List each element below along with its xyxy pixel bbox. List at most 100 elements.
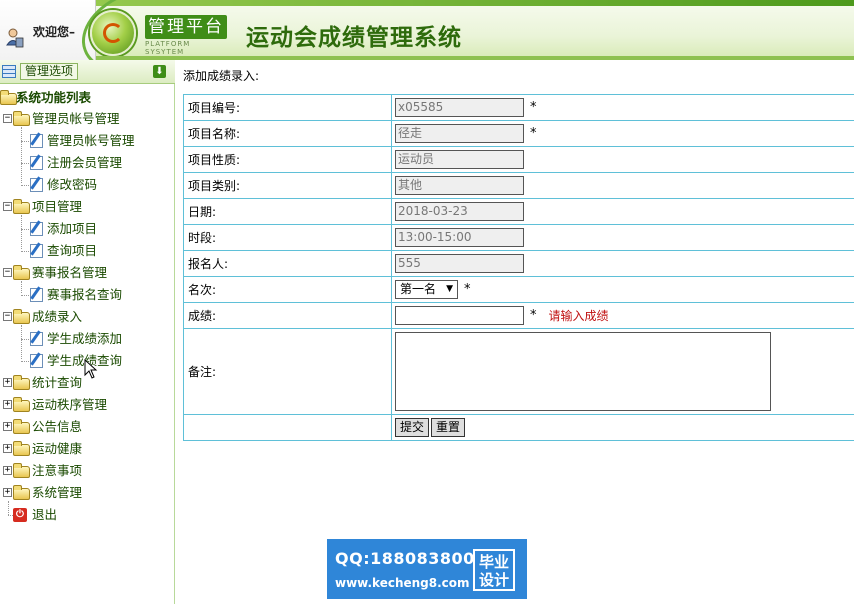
watermark-banner: QQ:188083800 www.kecheng8.com 毕业 设计 (327, 539, 527, 599)
rank-select[interactable]: 第一名 ▼ (395, 280, 458, 299)
project-category-input[interactable]: 其他 (395, 176, 524, 195)
folder-icon (13, 463, 30, 478)
sidebar-item-label: 学生成绩添加 (47, 331, 123, 346)
sidebar-group-label: 公告信息 (32, 419, 83, 434)
collapse-icon[interactable]: − (3, 114, 12, 123)
watermark-url: www.kecheng8.com (335, 576, 470, 590)
field-cell: 径走 * (391, 120, 854, 147)
edit-page-icon (30, 354, 43, 368)
field-label: 项目性质: (183, 146, 392, 173)
folder-open-icon (0, 90, 17, 105)
mouse-cursor-icon (84, 359, 98, 379)
field-label: 备注: (183, 328, 392, 415)
required-mark: * (530, 126, 537, 141)
required-mark: * (530, 100, 537, 115)
form-row-score: 成绩: * 请输入成绩 (183, 302, 854, 329)
sidebar: 管理选项 ⬇ 系统功能列表 − 管理员帐号管理 管理员帐号管理 注册会员管理 修… (0, 60, 175, 604)
dropdown-arrow-icon: ▼ (446, 284, 453, 294)
sidebar-item-member-manage[interactable]: 注册会员管理 (0, 153, 175, 173)
collapse-icon[interactable]: − (3, 312, 12, 321)
field-label: 名次: (183, 276, 392, 303)
sidebar-group-admin-account[interactable]: − 管理员帐号管理 (0, 109, 175, 129)
project-id-input[interactable]: x05585 (395, 98, 524, 117)
sidebar-group-label: 项目管理 (32, 199, 83, 214)
remark-textarea[interactable] (395, 332, 771, 411)
expand-icon[interactable]: + (3, 466, 12, 475)
field-cell: 2018-03-23 (391, 198, 854, 225)
submit-button[interactable]: 提交 (395, 418, 430, 437)
folder-icon (13, 397, 30, 412)
field-cell: * 请输入成绩 (391, 302, 854, 329)
registrant-input[interactable]: 555 (395, 254, 524, 273)
sidebar-group-project[interactable]: − 项目管理 (0, 197, 175, 217)
sidebar-group-label: 统计查询 (32, 375, 83, 390)
tree-line (21, 141, 29, 142)
form-row-registrant: 报名人: 555 (183, 250, 854, 277)
collapse-icon[interactable]: − (3, 202, 12, 211)
sidebar-group-label: 成绩录入 (32, 309, 83, 324)
welcome-text: 欢迎您– (33, 25, 76, 39)
sidebar-item-change-password[interactable]: 修改密码 (0, 175, 175, 195)
watermark-qq: QQ:188083800 (335, 549, 475, 568)
sidebar-group-label: 注意事项 (32, 463, 83, 478)
sidebar-item-query-project[interactable]: 查询项目 (0, 241, 175, 261)
edit-page-icon (30, 244, 43, 258)
collapse-arrow-icon[interactable]: ⬇ (153, 65, 166, 78)
manage-options-button[interactable]: 管理选项 (20, 63, 79, 80)
system-title: 运动会成绩管理系统 (246, 25, 462, 51)
score-error-message: 请输入成绩 (548, 309, 609, 323)
table-icon (2, 65, 16, 78)
score-input[interactable] (395, 306, 524, 325)
sidebar-group-score-entry[interactable]: − 成绩录入 (0, 307, 175, 327)
sidebar-group-sports-order[interactable]: + 运动秩序管理 (0, 395, 175, 415)
field-label: 日期: (183, 198, 392, 225)
sidebar-group-system[interactable]: + 系统管理 (0, 483, 175, 503)
expand-icon[interactable]: + (3, 444, 12, 453)
sidebar-item-label: 修改密码 (47, 177, 98, 192)
sidebar-group-announcements[interactable]: + 公告信息 (0, 417, 175, 437)
sidebar-header: 管理选项 ⬇ (0, 60, 175, 84)
expand-icon[interactable]: + (3, 422, 12, 431)
folder-icon (13, 375, 30, 390)
sidebar-item-label: 查询项目 (47, 243, 98, 258)
sidebar-group-sports-health[interactable]: + 运动健康 (0, 439, 175, 459)
sidebar-item-registration-query[interactable]: 赛事报名查询 (0, 285, 175, 305)
edit-page-icon (30, 332, 43, 346)
field-label: 成绩: (183, 302, 392, 329)
reset-button[interactable]: 重置 (431, 418, 466, 437)
power-icon: ⏻ (13, 508, 27, 522)
field-label: 时段: (183, 224, 392, 251)
sidebar-group-notes[interactable]: + 注意事项 (0, 461, 175, 481)
actions-cell: 提交 重置 (391, 414, 854, 441)
field-label: 项目类别: (183, 172, 392, 199)
project-nature-input[interactable]: 运动员 (395, 150, 524, 169)
sidebar-item-label: 注册会员管理 (47, 155, 123, 170)
form-row-actions: 提交 重置 (183, 414, 854, 441)
expand-icon[interactable]: + (3, 378, 12, 387)
platform-logo-icon (90, 10, 136, 56)
required-mark: * (464, 282, 471, 297)
collapse-icon[interactable]: − (3, 268, 12, 277)
sidebar-group-event-registration[interactable]: − 赛事报名管理 (0, 263, 175, 283)
sidebar-group-label: 运动秩序管理 (32, 397, 108, 412)
score-entry-form: 项目编号: x05585 * 项目名称: 径走 * 项目性质: 运动员 项目类别: … (183, 94, 854, 441)
sidebar-item-label: 退出 (32, 507, 58, 522)
date-input[interactable]: 2018-03-23 (395, 202, 524, 221)
sidebar-item-admin-account[interactable]: 管理员帐号管理 (0, 131, 175, 151)
expand-icon[interactable]: + (3, 400, 12, 409)
rank-selected-value: 第一名 (400, 282, 437, 296)
sidebar-item-add-project[interactable]: 添加项目 (0, 219, 175, 239)
form-row-time-slot: 时段: 13:00-15:00 (183, 224, 854, 251)
tree-line (21, 163, 29, 164)
field-label: 项目编号: (183, 94, 392, 121)
expand-icon[interactable]: + (3, 488, 12, 497)
platform-badge-title: 管理平台 (145, 15, 227, 39)
edit-page-icon (30, 178, 43, 192)
edit-page-icon (30, 222, 43, 236)
time-slot-input[interactable]: 13:00-15:00 (395, 228, 524, 247)
sidebar-item-exit[interactable]: ⏻ 退出 (0, 505, 175, 525)
form-row-project-category: 项目类别: 其他 (183, 172, 854, 199)
sidebar-item-add-student-score[interactable]: 学生成绩添加 (0, 329, 175, 349)
project-name-input[interactable]: 径走 (395, 124, 524, 143)
platform-badge-subtitle: PLATFORM SYSYTEM (145, 40, 191, 56)
